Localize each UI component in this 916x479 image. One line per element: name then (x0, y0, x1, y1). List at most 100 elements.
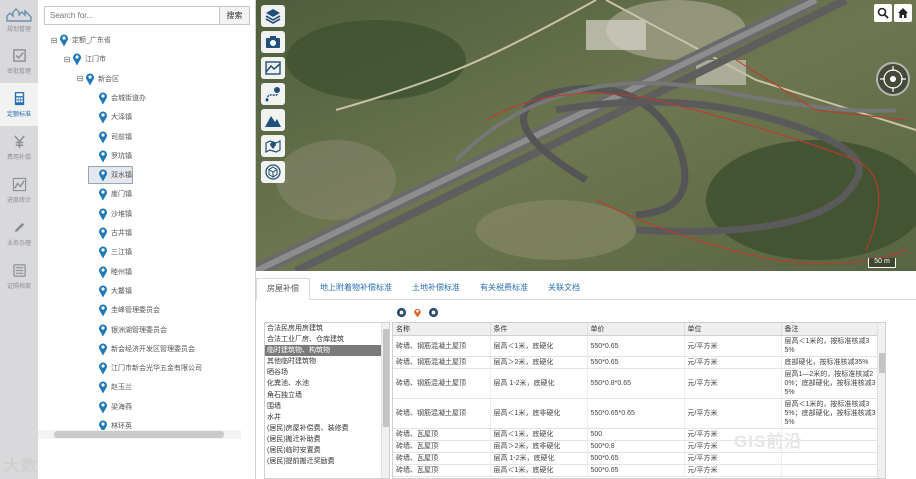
expand-toggle[interactable]: ⊟ (76, 74, 84, 83)
nav-item-quota[interactable]: 定额标准 (0, 83, 38, 126)
navigation-compass[interactable] (876, 62, 910, 96)
category-item[interactable]: (居民)房屋补偿费、装修费 (265, 423, 389, 434)
nav-label: 进度统计 (6, 198, 31, 204)
tree-node-label: 古井镇 (111, 230, 132, 237)
table-cell: 砖墙、瓦屋顶 (393, 428, 491, 441)
table-row[interactable]: 砖墙、钢筋混凝土屋顶 层高 1-2米，底硬化 550*0.8*0.65 元/平方米 层高… (393, 368, 880, 399)
nav-item-compensation[interactable]: 费用补偿 (0, 126, 38, 169)
terrain-measure-button[interactable] (261, 57, 285, 79)
map-home-button[interactable] (894, 4, 912, 22)
nav-label: 费用补偿 (6, 155, 31, 161)
table-cell: 砖墙、瓦屋顶 (393, 440, 491, 453)
table-row[interactable]: 砖墙、钢筋混凝土屋顶 层高＞2米，底硬化 550*0.65 元/平方米 底部硬化，按标准… (393, 356, 880, 369)
logo-label: 规划管理 (6, 26, 31, 33)
tree-node[interactable]: ⊟ 新会区 (76, 71, 119, 87)
table-scrollbar[interactable] (877, 323, 885, 478)
map-view-3d[interactable]: 50 m (256, 0, 916, 271)
table-cell: 砖墙、瓦屋顶 (393, 464, 491, 477)
model-button[interactable] (261, 161, 285, 183)
scrollbar-thumb[interactable] (879, 353, 885, 373)
tab-1[interactable]: 地上附着物补偿标准 (310, 278, 402, 300)
tree-node[interactable]: 银洲湖管理委员会 (89, 322, 167, 338)
category-scrollbar[interactable] (381, 323, 389, 478)
tree-node-label: 赵玉兰 (111, 384, 132, 392)
category-item[interactable]: (居民)搬迁补助费 (265, 434, 389, 445)
category-item[interactable]: 合法工业厂房、仓库建筑 (265, 334, 389, 345)
tab-0[interactable]: 房屋补偿 (256, 278, 310, 300)
tree-node[interactable]: 古井镇 (89, 225, 132, 241)
category-item[interactable]: 晒谷场 (265, 367, 389, 378)
category-item[interactable]: 水井 (265, 412, 389, 423)
tree-node[interactable]: 沙堆镇 (89, 206, 132, 222)
tree-search-button[interactable]: 搜索 (220, 6, 250, 25)
column-header[interactable]: 名称 (393, 323, 491, 336)
table-cell: 砖墙、钢筋混凝土屋顶 (393, 356, 491, 369)
nav-item-progress[interactable]: 进度统计 (0, 169, 38, 212)
table-row[interactable]: 砖墙、瓦屋顶 层高＞2米，底非硬化 500*0.8 元/平方米 (393, 440, 880, 453)
table-row[interactable]: 砖墙、瓦屋顶 层高 1-2米，底硬化 500*0.65 元/平方米 (393, 452, 880, 465)
standards-tabs: 房屋补偿 地上附着物补偿标准 土地补偿标准 有关税费标准 关联文档 (256, 278, 916, 300)
tree-node[interactable]: 会城街道办 (89, 90, 146, 106)
table-cell: 层高 1-2米，底硬化 (490, 452, 588, 465)
tree-node[interactable]: 新会经济开发区管理委员会 (89, 341, 195, 357)
screenshot-button[interactable] (261, 31, 285, 53)
scrollbar-thumb[interactable] (54, 431, 224, 438)
tree-node[interactable]: 崖门镇 (89, 186, 132, 202)
expand-toggle[interactable]: ⊟ (50, 36, 58, 45)
category-item[interactable]: (居民)临时安置费 (265, 445, 389, 456)
add-record-icon[interactable] (396, 307, 407, 318)
category-item[interactable]: 临时建筑物、构筑物 (265, 345, 389, 357)
terrain-button[interactable] (261, 109, 285, 131)
tree-node[interactable]: 大泽镇 (89, 109, 132, 125)
tree-node[interactable]: ⊟ 定额_广东省 (50, 32, 111, 48)
column-header[interactable]: 条件 (490, 323, 588, 336)
category-item[interactable]: (居民)提前搬迁奖励费 (265, 456, 389, 467)
compass-icon (880, 66, 906, 92)
table-cell: 层高＜1米，底硬化 (490, 335, 588, 357)
category-item[interactable]: 化粪池、水池 (265, 378, 389, 389)
watermark-right: GIS前沿 (734, 432, 803, 451)
map-search-button[interactable] (874, 4, 892, 22)
nav-item-business[interactable]: 业务办理 (0, 212, 38, 255)
table-row[interactable]: 砖墙、钢筋混凝土屋顶 层高＜1米，底非硬化 550*0.65*0.65 元/平方米 层高… (393, 398, 880, 429)
table-row[interactable]: 砖墙、钢筋混凝土屋顶 层高＜1米，底硬化 550*0.65 元/平方米 层高＜1米的，按… (393, 335, 880, 357)
locate-pin-icon[interactable] (412, 307, 423, 318)
nav-item-archive[interactable]: 证照档案 (0, 255, 38, 298)
tab-2[interactable]: 土地补偿标准 (402, 278, 470, 300)
tree-node[interactable]: 睦州镇 (89, 264, 132, 280)
tree-node[interactable]: 圭峰管理委员会 (89, 302, 160, 318)
tree-node[interactable]: 梁海燕 (89, 399, 132, 415)
nav-item-approval[interactable]: 审批管理 (0, 40, 38, 83)
tree-search-input[interactable] (44, 6, 220, 25)
locate-button[interactable] (261, 135, 285, 157)
column-header[interactable]: 备注 (781, 323, 880, 336)
tree-node[interactable]: 罗坑镇 (89, 148, 132, 164)
tree-node[interactable]: 司前镇 (89, 129, 132, 145)
tree-node[interactable]: 大鳌镇 (89, 283, 132, 299)
expand-toggle[interactable]: ⊟ (63, 55, 71, 64)
layers-button[interactable] (261, 5, 285, 27)
category-item[interactable]: 角石独立墙 (265, 390, 389, 401)
table-row[interactable]: 砖墙、瓦屋顶 层高＜1米，底硬化 500*0.65 元/平方米 (393, 464, 880, 477)
category-item[interactable]: 围墙 (265, 401, 389, 412)
table-cell: 底部硬化，按标准核减35% (781, 356, 880, 369)
scrollbar-thumb[interactable] (383, 329, 389, 427)
tree-node[interactable]: ⊟ 江门市 (63, 51, 106, 67)
tree-node[interactable]: 三江镇 (89, 244, 132, 260)
route-button[interactable] (261, 83, 285, 105)
table-cell (781, 452, 880, 465)
refresh-icon[interactable] (428, 307, 439, 318)
category-item[interactable]: 其他临时建筑物 (265, 356, 389, 367)
table-cell: 500*0.65 (587, 452, 685, 465)
tree-node[interactable]: 赵玉兰 (89, 379, 132, 395)
tree-node-label: 会城街道办 (111, 94, 146, 102)
tree-horizontal-scrollbar[interactable] (38, 430, 241, 439)
table-row[interactable]: 砖墙、瓦屋顶 层高＜1米，底硬化 500 元/平方米 (393, 428, 880, 441)
tab-3[interactable]: 有关税费标准 (470, 278, 538, 300)
column-header[interactable]: 单位 (684, 323, 782, 336)
category-item[interactable]: 合法民房用房建筑 (265, 323, 389, 334)
tab-4[interactable]: 关联文档 (538, 278, 590, 300)
tree-node[interactable]: 双水镇 (88, 166, 133, 185)
tree-node[interactable]: 江门市新会光华五金有限公司 (89, 360, 202, 376)
column-header[interactable]: 单价 (587, 323, 685, 336)
